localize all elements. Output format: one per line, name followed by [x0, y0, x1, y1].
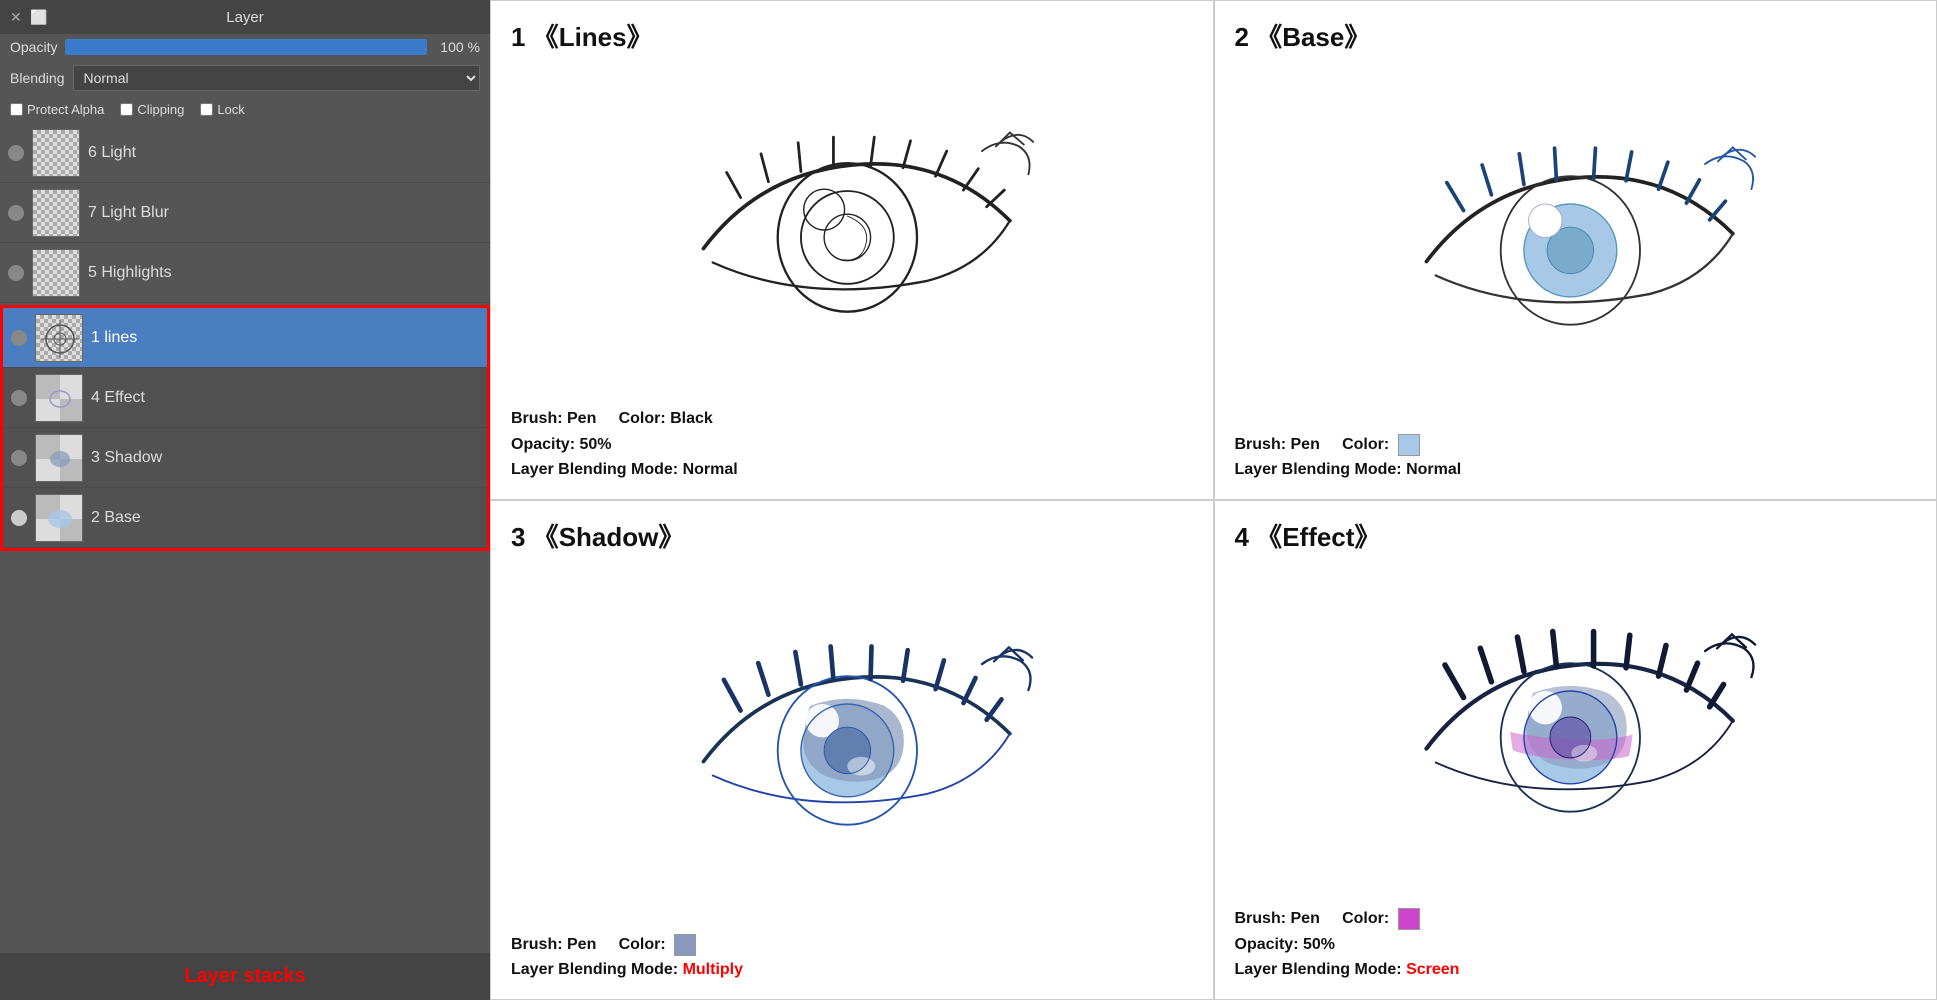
layer-item-4-effect[interactable]: 4 Effect [3, 368, 487, 428]
quadrant-2-title: 2 《Base》 [1235, 17, 1371, 54]
layer-thumbnail-2-base [35, 494, 83, 542]
layer-name-3-shadow: 3 Shadow [91, 449, 479, 467]
quadrant-lines: 1 《Lines》 [490, 0, 1214, 500]
quadrant-shadow: 3 《Shadow》 [490, 500, 1214, 1000]
shadow-color-swatch [674, 934, 696, 956]
layer-visibility-3-shadow[interactable] [11, 450, 27, 466]
layer-item-7-light-blur[interactable]: 7 Light Blur [0, 183, 490, 243]
brush-info-shadow: Brush: Pen Color: Layer Blending Mode: M… [511, 932, 743, 983]
panel-title: Layer [226, 9, 264, 26]
layer-name-6-light: 6 Light [88, 144, 482, 162]
eye-drawing-base [1235, 62, 1917, 424]
tutorial-panel: 1 《Lines》 [490, 0, 1937, 1000]
layer-item-3-shadow[interactable]: 3 Shadow [3, 428, 487, 488]
opacity-row: Opacity 100 % [0, 34, 490, 60]
effect-blend-mode: Screen [1406, 961, 1459, 978]
layer-group-border: 1 lines 4 Effect [0, 305, 490, 551]
eye-drawing-effect [1235, 562, 1917, 898]
layer-panel: ✕ ⬜ Layer Opacity 100 % Blending Normal … [0, 0, 490, 1000]
layer-item-5-highlights[interactable]: 5 Highlights [0, 243, 490, 303]
shadow-blend-mode: Multiply [683, 961, 743, 978]
layer-thumbnail-3-shadow [35, 434, 83, 482]
blending-select[interactable]: Normal Multiply Screen [73, 65, 481, 91]
clipping-checkbox[interactable]: Clipping [120, 102, 184, 117]
eye-drawing-shadow [511, 562, 1193, 924]
panel-bottom: Layer stacks [0, 953, 490, 1000]
layer-visibility-6-light[interactable] [8, 145, 24, 161]
layer-name-1-lines: 1 lines [91, 329, 479, 347]
quadrant-3-title: 3 《Shadow》 [511, 517, 684, 554]
layer-thumbnail-1-lines [35, 314, 83, 362]
layer-name-5-highlights: 5 Highlights [88, 264, 482, 282]
layer-name-7-light-blur: 7 Light Blur [88, 204, 482, 222]
layer-visibility-5-highlights[interactable] [8, 265, 24, 281]
protect-alpha-checkbox[interactable]: Protect Alpha [10, 102, 104, 117]
close-icon[interactable]: ✕ [10, 9, 22, 26]
panel-titlebar: ✕ ⬜ Layer [0, 0, 490, 34]
eye-drawing-lines [511, 62, 1193, 398]
layers-list: 6 Light 7 Light Blur 5 Highlights [0, 123, 490, 551]
layers-scroll-area[interactable]: 6 Light 7 Light Blur 5 Highlights [0, 123, 490, 953]
layer-name-4-effect: 4 Effect [91, 389, 479, 407]
brush-info-base: Brush: Pen Color: Layer Blending Mode: N… [1235, 432, 1462, 483]
layer-stacks-label: Layer stacks [184, 965, 305, 987]
checkboxes-row: Protect Alpha Clipping Lock [0, 96, 490, 123]
opacity-value: 100 % [435, 39, 480, 55]
layer-item-6-light[interactable]: 6 Light [0, 123, 490, 183]
layer-item-1-lines[interactable]: 1 lines [3, 308, 487, 368]
layer-thumbnail-4-effect [35, 374, 83, 422]
opacity-slider[interactable] [65, 39, 427, 55]
layer-visibility-7-light-blur[interactable] [8, 205, 24, 221]
lock-checkbox[interactable]: Lock [200, 102, 244, 117]
layer-thumbnail-5-highlights [32, 249, 80, 297]
expand-icon[interactable]: ⬜ [30, 9, 47, 26]
quadrant-1-title: 1 《Lines》 [511, 17, 653, 54]
layer-visibility-4-effect[interactable] [11, 390, 27, 406]
blending-label: Blending [10, 70, 65, 86]
opacity-label: Opacity [10, 39, 57, 55]
layer-thumbnail-6-light [32, 129, 80, 177]
quadrant-base: 2 《Base》 [1214, 0, 1937, 500]
clipping-input[interactable] [120, 103, 133, 116]
brush-info-effect: Brush: Pen Color: Opacity: 50% Layer Ble… [1235, 906, 1460, 983]
brush-info-lines: Brush: Pen Color: Black Opacity: 50% Lay… [511, 406, 738, 483]
quadrant-4-title: 4 《Effect》 [1235, 517, 1381, 554]
layer-name-2-base: 2 Base [91, 509, 479, 527]
effect-color-swatch [1398, 908, 1420, 930]
base-color-swatch [1398, 434, 1420, 456]
lock-input[interactable] [200, 103, 213, 116]
blending-row: Blending Normal Multiply Screen [0, 60, 490, 96]
layer-visibility-1-lines[interactable] [11, 330, 27, 346]
protect-alpha-input[interactable] [10, 103, 23, 116]
layer-thumbnail-7-light-blur [32, 189, 80, 237]
quadrant-effect: 4 《Effect》 [1214, 500, 1937, 1000]
layer-visibility-2-base[interactable] [11, 510, 27, 526]
layer-item-2-base[interactable]: 2 Base [3, 488, 487, 548]
